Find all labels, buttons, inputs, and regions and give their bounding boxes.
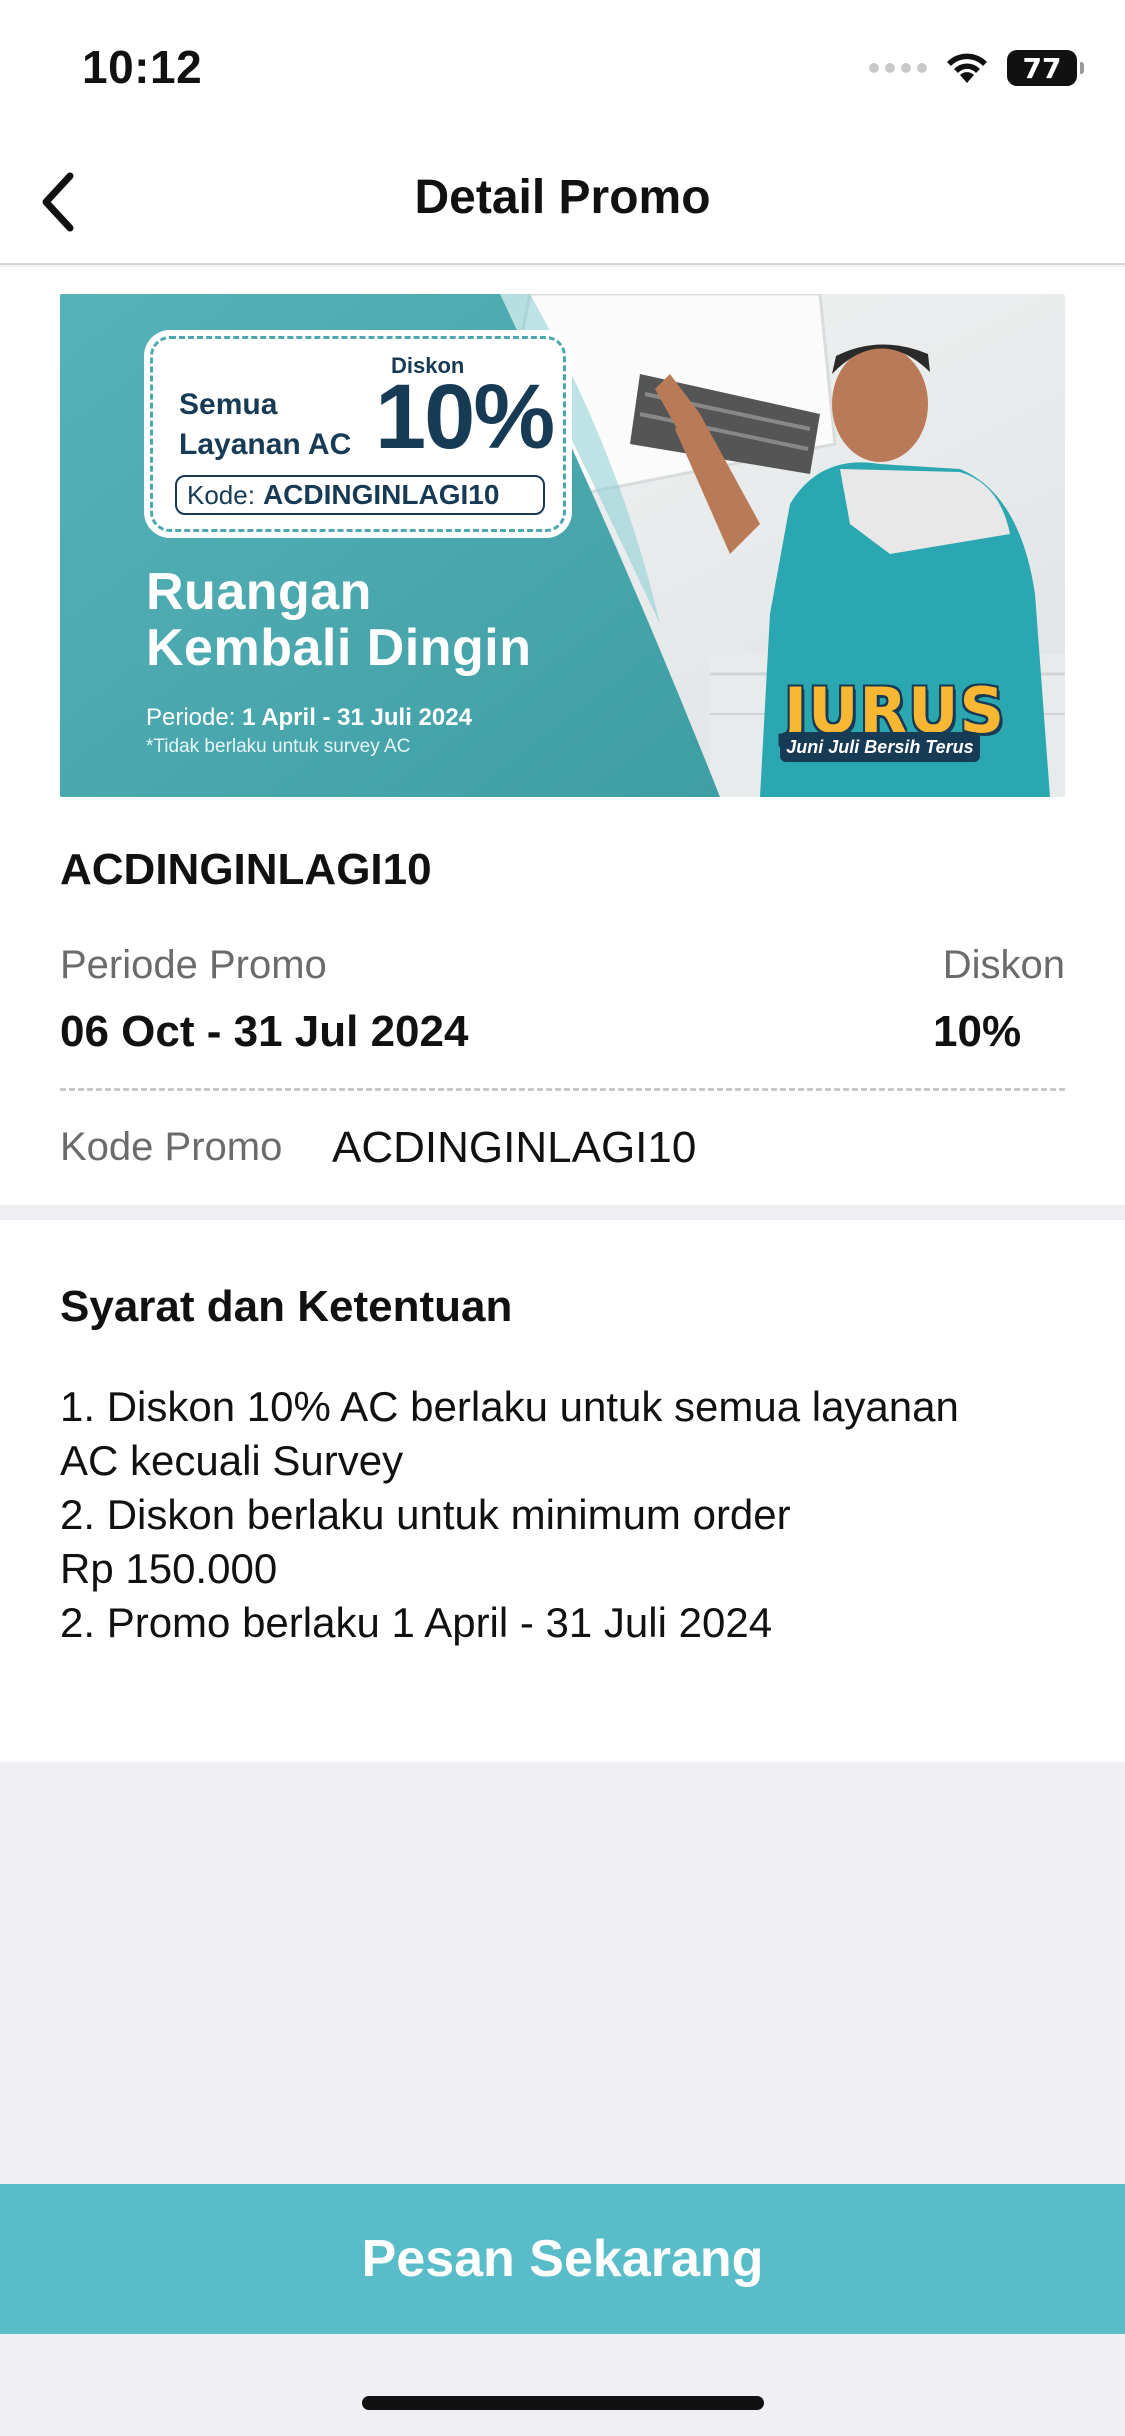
promo-code-label: Kode Promo: [60, 1125, 283, 1169]
battery-level: 77: [1022, 51, 1062, 85]
signal-dots-icon: [869, 63, 927, 73]
period-label: Periode Promo: [60, 943, 327, 987]
discount-value: 10%: [933, 1007, 1022, 1056]
jurus-logo: JURUS Juni Juli Bersih Terus: [776, 674, 1004, 764]
status-icons: 77: [869, 50, 1084, 86]
banner-code: Kode: ACDINGINLAGI10: [175, 475, 545, 515]
nav-bar: Detail Promo: [0, 140, 1125, 265]
terms-body: 1. Diskon 10% AC berlaku untuk semua lay…: [60, 1380, 1070, 1650]
terms-line: 2. Diskon berlaku untuk minimum order: [60, 1491, 791, 1538]
battery-icon: 77: [1007, 50, 1084, 86]
dashed-divider: [60, 1088, 1065, 1091]
status-bar: 10:12 77: [0, 0, 1125, 140]
order-now-label: Pesan Sekarang: [361, 2230, 764, 2288]
wifi-icon: [947, 53, 987, 83]
promo-banner: Semua Layanan AC Diskon 10% Kode: ACDINGI…: [60, 294, 1065, 797]
terms-line: Rp 150.000: [60, 1545, 278, 1592]
banner-discount-value: 10%: [375, 366, 555, 468]
terms-line: 2. Promo berlaku 1 April - 31 Juli 2024: [60, 1599, 773, 1646]
banner-card-text: Semua Layanan AC: [179, 388, 352, 461]
discount-label: Diskon: [942, 943, 1065, 987]
banner-note: *Tidak berlaku untuk survey AC: [146, 736, 411, 757]
terms-title: Syarat dan Ketentuan: [60, 1282, 513, 1331]
promo-detail-card: Semua Layanan AC Diskon 10% Kode: ACDINGI…: [0, 267, 1125, 1205]
status-time: 10:12: [82, 41, 203, 93]
terms-section: Syarat dan Ketentuan 1. Diskon 10% AC be…: [0, 1220, 1125, 1762]
promo-name: ACDINGINLAGI10: [60, 845, 432, 894]
page-title: Detail Promo: [414, 171, 711, 224]
terms-line: AC kecuali Survey: [60, 1437, 404, 1484]
order-now-button[interactable]: Pesan Sekarang: [0, 2184, 1125, 2334]
promo-code-value[interactable]: ACDINGINLAGI10: [332, 1123, 696, 1173]
terms-line: 1. Diskon 10% AC berlaku untuk semua lay…: [60, 1383, 959, 1430]
banner-headline: Ruangan Kembali Dingin: [146, 563, 532, 677]
banner-period: Periode: 1 April - 31 Juli 2024: [146, 704, 472, 731]
banner-discount-card: Semua Layanan AC Diskon 10% Kode: ACDINGI…: [150, 336, 566, 532]
home-indicator[interactable]: [362, 2396, 764, 2410]
period-value: 06 Oct - 31 Jul 2024: [60, 1007, 469, 1056]
